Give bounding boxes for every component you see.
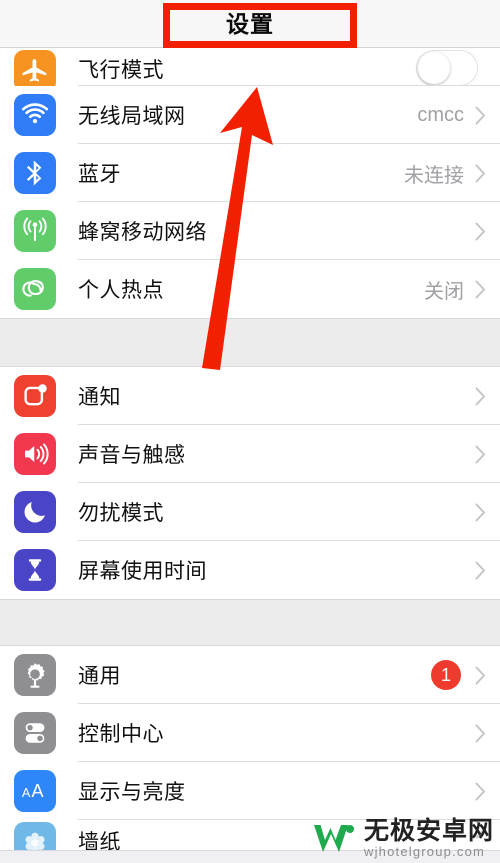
settings-group-connectivity: 飞行模式 无线局域网 cmcc 蓝牙 未连接 蜂窝移动网络 个人热点 关闭 <box>0 48 500 319</box>
wifi-icon <box>14 94 56 136</box>
row-accessory: 关闭 <box>424 275 500 304</box>
notifications-icon <box>14 375 56 417</box>
row-accessory <box>475 561 500 580</box>
chevron-right-icon <box>475 445 486 464</box>
settings-group-system: 通用 1 控制中心 A A 显示与亮度 墙纸 <box>0 645 500 851</box>
toggle-knob <box>418 52 450 84</box>
row-accessory: 1 <box>431 660 500 690</box>
settings-row-label: 显示与亮度 <box>78 781 186 804</box>
settings-row-label: 通知 <box>78 386 121 409</box>
settings-group-alerts: 通知 声音与触感 勿扰模式 屏幕使用时间 <box>0 366 500 600</box>
row-accessory <box>475 782 500 801</box>
airplane-mode-toggle[interactable] <box>416 50 478 86</box>
row-accessory: cmcc <box>417 104 500 127</box>
svg-text:A: A <box>32 781 44 801</box>
settings-row-value: 关闭 <box>424 280 464 303</box>
settings-row-value: cmcc <box>417 103 464 126</box>
settings-row-screen-time[interactable]: 屏幕使用时间 <box>0 541 500 599</box>
control-center-icon <box>14 712 56 754</box>
chevron-right-icon <box>475 666 486 685</box>
settings-row-label: 无线局域网 <box>78 105 186 128</box>
settings-row-do-not-disturb[interactable]: 勿扰模式 <box>0 483 500 541</box>
settings-row-general[interactable]: 通用 1 <box>0 646 500 704</box>
hotspot-icon <box>14 268 56 310</box>
settings-list[interactable]: 飞行模式 无线局域网 cmcc 蓝牙 未连接 蜂窝移动网络 个人热点 关闭 通知… <box>0 48 500 863</box>
chevron-right-icon <box>475 724 486 743</box>
settings-row-label: 飞行模式 <box>78 59 164 82</box>
settings-row-label: 勿扰模式 <box>78 502 164 525</box>
bluetooth-icon <box>14 152 56 194</box>
chevron-right-icon <box>475 561 486 580</box>
settings-row-label: 屏幕使用时间 <box>78 560 207 583</box>
chevron-right-icon <box>475 280 486 299</box>
chevron-right-icon <box>475 164 486 183</box>
settings-row-display-brightness[interactable]: A A 显示与亮度 <box>0 762 500 820</box>
settings-row-airplane-mode[interactable]: 飞行模式 <box>0 48 500 92</box>
settings-row-notifications[interactable]: 通知 <box>0 367 500 425</box>
chevron-right-icon <box>475 106 486 125</box>
sounds-icon <box>14 433 56 475</box>
chevron-right-icon <box>475 782 486 801</box>
settings-row-wallpaper[interactable]: 墙纸 <box>0 820 500 850</box>
svg-text:A: A <box>22 786 31 800</box>
row-accessory <box>464 222 500 241</box>
row-accessory <box>475 820 500 839</box>
settings-row-label: 控制中心 <box>78 723 164 746</box>
settings-row-personal-hotspot[interactable]: 个人热点 关闭 <box>0 260 500 318</box>
gear-icon <box>14 654 56 696</box>
row-accessory <box>475 503 500 522</box>
settings-screen: 设置 飞行模式 无线局域网 cmcc 蓝牙 未连接 蜂窝移动网络 个人热点 关闭… <box>0 0 500 863</box>
chevron-right-icon <box>475 503 486 522</box>
settings-row-bluetooth[interactable]: 蓝牙 未连接 <box>0 144 500 202</box>
settings-row-label: 蓝牙 <box>78 163 121 186</box>
cellular-icon <box>14 210 56 252</box>
settings-row-label: 个人热点 <box>78 279 164 302</box>
screen-time-icon <box>14 549 56 591</box>
chevron-right-icon <box>475 387 486 406</box>
group-separator <box>0 319 500 366</box>
wallpaper-icon <box>14 822 56 850</box>
row-accessory <box>416 50 500 86</box>
settings-row-control-center[interactable]: 控制中心 <box>0 704 500 762</box>
settings-row-cellular[interactable]: 蜂窝移动网络 <box>0 202 500 260</box>
settings-row-label: 通用 <box>78 665 121 688</box>
row-accessory: 未连接 <box>404 159 500 188</box>
status-badge: 1 <box>431 660 461 690</box>
chevron-right-icon <box>475 820 486 839</box>
navigation-bar: 设置 <box>0 0 500 48</box>
settings-row-wifi[interactable]: 无线局域网 cmcc <box>0 86 500 144</box>
display-brightness-icon: A A <box>14 770 56 812</box>
do-not-disturb-icon <box>14 491 56 533</box>
settings-row-label: 蜂窝移动网络 <box>78 221 207 244</box>
settings-row-sounds-haptics[interactable]: 声音与触感 <box>0 425 500 483</box>
row-accessory <box>475 445 500 464</box>
row-accessory <box>475 724 500 743</box>
chevron-right-icon <box>475 222 486 241</box>
settings-row-label: 墙纸 <box>78 831 121 850</box>
settings-row-value: 未连接 <box>404 164 464 187</box>
settings-row-label: 声音与触感 <box>78 444 186 467</box>
page-title: 设置 <box>226 11 274 37</box>
row-accessory <box>475 387 500 406</box>
group-separator <box>0 600 500 645</box>
